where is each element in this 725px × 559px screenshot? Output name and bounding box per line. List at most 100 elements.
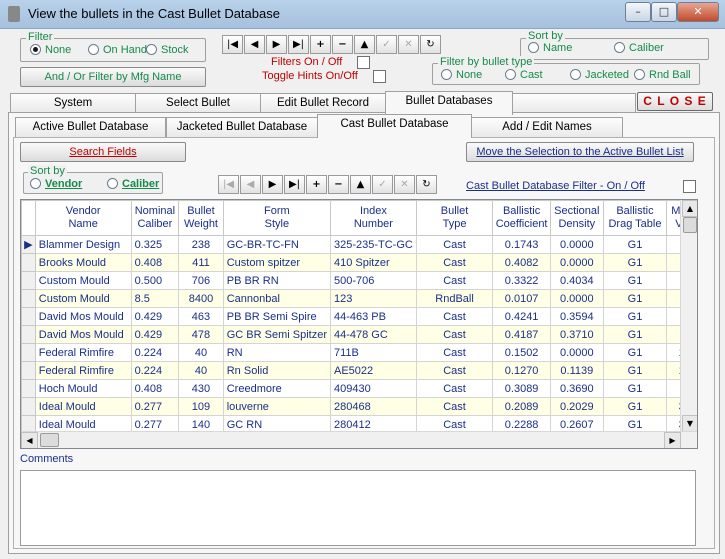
- table-cell[interactable]: 0.3089: [492, 379, 551, 398]
- table-cell[interactable]: 0.224: [130, 361, 180, 380]
- move-selection-button[interactable]: Move the Selection to the Active Bullet …: [466, 142, 694, 162]
- column-header[interactable]: Form Style: [222, 200, 331, 236]
- table-cell[interactable]: 109: [178, 397, 224, 416]
- table-row[interactable]: Custom Mould 0.500 706 PB BR RN 500-706 Cast 0…: [21, 271, 697, 290]
- table-cell[interactable]: 0.429: [130, 307, 180, 326]
- table-row[interactable]: Brooks Mould 0.408 411 Custom spitzer 410 Sp…: [21, 253, 697, 272]
- table-cell[interactable]: 0.1139: [549, 361, 604, 380]
- table-cell[interactable]: Cast: [415, 397, 494, 416]
- table-cell[interactable]: 325-235-TC-GC: [329, 235, 417, 254]
- column-header[interactable]: Ballistic Coefficient: [492, 200, 551, 236]
- window-close-button[interactable]: ✕: [677, 2, 719, 22]
- table-row[interactable]: Ideal Mould 0.277 109 louverne 280468 Cast 0.2…: [21, 397, 697, 416]
- table-cell[interactable]: 0.0000: [549, 253, 604, 272]
- table-cell[interactable]: Cannonbal: [222, 289, 331, 308]
- table-cell[interactable]: 44-463 PB: [329, 307, 417, 326]
- table-cell[interactable]: Creedmore: [222, 379, 331, 398]
- table-cell[interactable]: Cast: [415, 253, 494, 272]
- grid-edit-button[interactable]: ▲: [350, 175, 371, 194]
- table-cell[interactable]: 478: [178, 325, 224, 344]
- comments-field[interactable]: [20, 470, 696, 546]
- refresh-button[interactable]: ↻: [420, 35, 441, 54]
- hints-toggle-checkbox[interactable]: [373, 70, 386, 83]
- table-cell[interactable]: 0.408: [130, 379, 180, 398]
- row-selector[interactable]: [21, 289, 36, 308]
- prior-record-button[interactable]: ◀: [244, 35, 265, 54]
- scroll-up-icon[interactable]: ▲: [682, 200, 697, 217]
- table-cell[interactable]: Brooks Mould: [34, 253, 132, 272]
- grid-first-button[interactable]: |◀: [218, 175, 239, 194]
- tab-blank[interactable]: [512, 93, 636, 114]
- table-cell[interactable]: 0.0000: [549, 289, 604, 308]
- scroll-down-icon[interactable]: ▼: [682, 415, 697, 432]
- table-cell[interactable]: 0.1270: [492, 361, 551, 380]
- table-cell[interactable]: David Mos Mould: [34, 325, 132, 344]
- maximize-button[interactable]: □: [651, 2, 677, 22]
- table-cell[interactable]: 711B: [329, 343, 417, 362]
- filter-on-hand-radio[interactable]: On Hand: [88, 43, 147, 56]
- search-fields-button[interactable]: Search Fields: [20, 142, 186, 162]
- minimize-button[interactable]: –: [625, 2, 651, 22]
- row-selector[interactable]: [21, 271, 36, 290]
- subtab-add-edit-names[interactable]: Add / Edit Names: [471, 117, 623, 138]
- column-header[interactable]: Ballistic Drag Table: [602, 200, 668, 236]
- table-cell[interactable]: 280468: [329, 397, 417, 416]
- sort-name-radio[interactable]: Name: [528, 41, 572, 54]
- table-cell[interactable]: Cast: [415, 379, 494, 398]
- grid-prior-button[interactable]: ◀: [240, 175, 261, 194]
- table-cell[interactable]: 0.1502: [492, 343, 551, 362]
- tab-edit-bullet-record[interactable]: Edit Bullet Record: [260, 93, 386, 114]
- post-record-button[interactable]: ✓: [376, 35, 397, 54]
- table-row[interactable]: Hoch Mould 0.408 430 Creedmore 409430 Cast 0.3…: [21, 379, 697, 398]
- table-row[interactable]: Federal Rimfire 0.224 40 Rn Solid AE5022 Cast…: [21, 361, 697, 380]
- last-record-button[interactable]: ▶|: [288, 35, 309, 54]
- tab-system[interactable]: System: [10, 93, 136, 114]
- table-cell[interactable]: 0.1743: [492, 235, 551, 254]
- first-record-button[interactable]: |◀: [222, 35, 243, 54]
- table-cell[interactable]: 0.224: [130, 343, 180, 362]
- subtab-cast-bullet-database[interactable]: Cast Bullet Database: [317, 114, 472, 138]
- table-cell[interactable]: 500-706: [329, 271, 417, 290]
- table-cell[interactable]: 0.4187: [492, 325, 551, 344]
- type-rnd-ball-radio[interactable]: Rnd Ball: [634, 68, 691, 81]
- table-cell[interactable]: Ideal Mould: [34, 397, 132, 416]
- type-none-radio[interactable]: None: [441, 68, 482, 81]
- table-cell[interactable]: AE5022: [329, 361, 417, 380]
- table-cell[interactable]: 409430: [329, 379, 417, 398]
- table-cell[interactable]: Cast: [415, 361, 494, 380]
- table-row[interactable]: David Mos Mould 0.429 463 PB BR Semi Spire 4…: [21, 307, 697, 326]
- table-cell[interactable]: Cast: [415, 325, 494, 344]
- filter-stock-radio[interactable]: Stock: [146, 43, 189, 56]
- grid-post-button[interactable]: ✓: [372, 175, 393, 194]
- table-cell[interactable]: Cast: [415, 271, 494, 290]
- sort-caliber-radio[interactable]: Caliber: [614, 41, 664, 54]
- table-cell[interactable]: G1: [602, 271, 668, 290]
- column-header[interactable]: Sectional Density: [549, 200, 604, 236]
- scroll-left-icon[interactable]: ◀: [21, 432, 38, 448]
- cancel-record-button[interactable]: ✕: [398, 35, 419, 54]
- table-cell[interactable]: GC BR Semi Spitzer: [222, 325, 331, 344]
- grid-horizontal-scrollbar[interactable]: ◀ ▶: [21, 431, 697, 448]
- table-cell[interactable]: 0.429: [130, 325, 180, 344]
- insert-record-button[interactable]: +: [310, 35, 331, 54]
- row-selector[interactable]: [21, 397, 36, 416]
- subtab-jacketed-bullet-database[interactable]: Jacketed Bullet Database: [166, 117, 318, 138]
- table-cell[interactable]: 0.3594: [549, 307, 604, 326]
- table-cell[interactable]: 0.325: [130, 235, 180, 254]
- table-cell[interactable]: 430: [178, 379, 224, 398]
- table-cell[interactable]: 410 Spitzer: [329, 253, 417, 272]
- filters-toggle-checkbox[interactable]: [357, 56, 370, 69]
- title-bar[interactable]: View the bullets in the Cast Bullet Data…: [0, 0, 725, 29]
- mfg-filter-button[interactable]: And / Or Filter by Mfg Name: [20, 67, 206, 87]
- table-cell[interactable]: 0.0000: [549, 343, 604, 362]
- table-cell[interactable]: louverne: [222, 397, 331, 416]
- table-cell[interactable]: David Mos Mould: [34, 307, 132, 326]
- table-cell[interactable]: 0.4034: [549, 271, 604, 290]
- tab-bullet-databases[interactable]: Bullet Databases: [385, 91, 513, 115]
- table-cell[interactable]: 40: [178, 343, 224, 362]
- bullet-grid[interactable]: Vendor Name Nominal Caliber Bullet Weight F…: [20, 199, 698, 449]
- table-cell[interactable]: 40: [178, 361, 224, 380]
- sort-caliber-radio-2[interactable]: Caliber: [107, 177, 159, 190]
- table-cell[interactable]: Custom spitzer: [222, 253, 331, 272]
- table-cell[interactable]: Blammer Design: [34, 235, 132, 254]
